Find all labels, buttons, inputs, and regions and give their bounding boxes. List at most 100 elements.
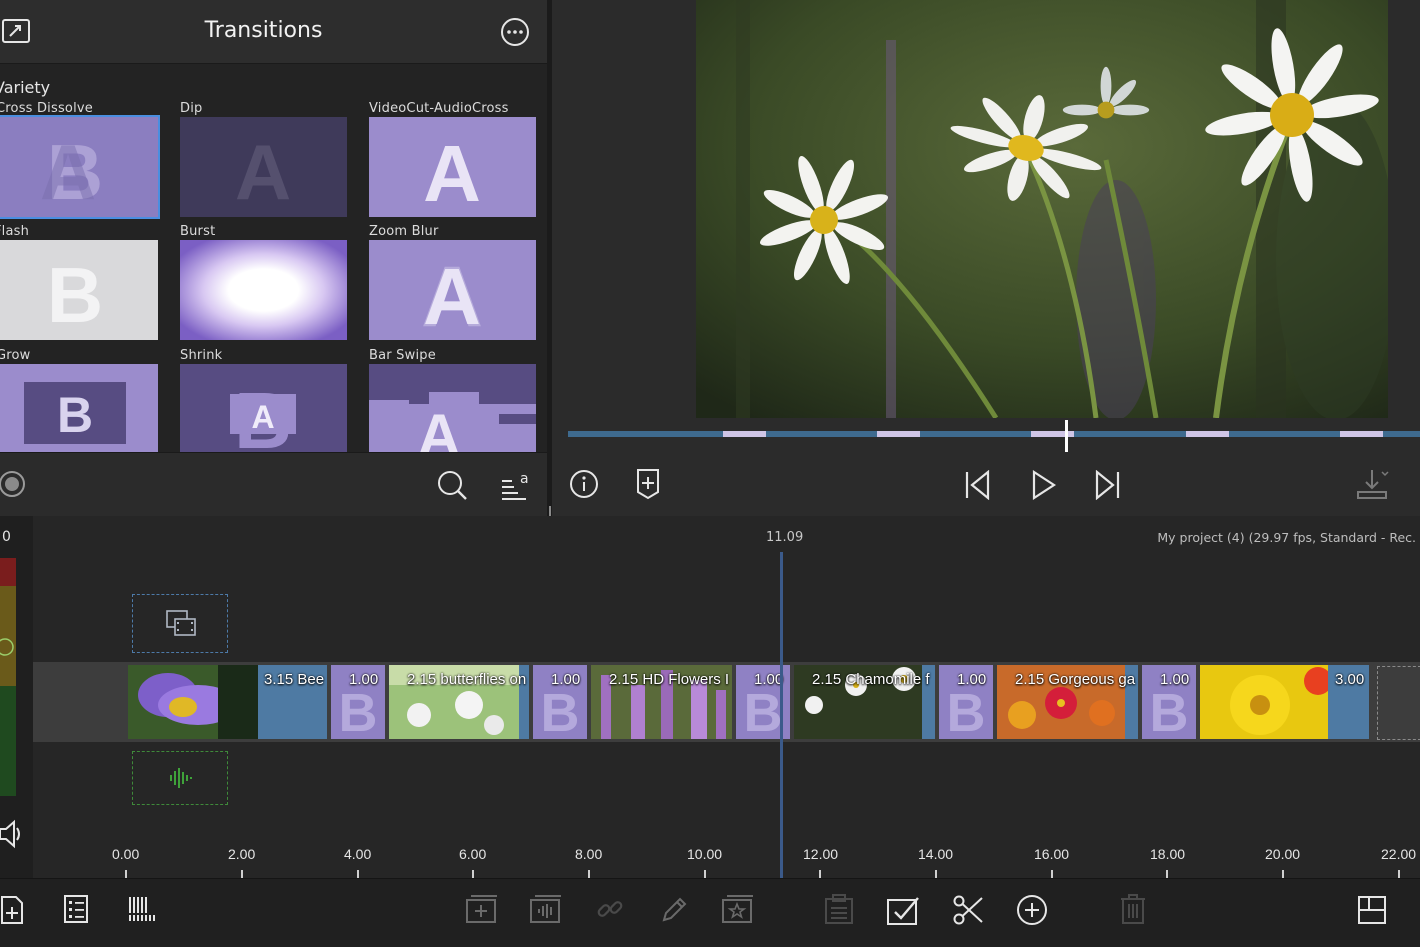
add-circle-icon[interactable] (1016, 894, 1048, 930)
svg-text:A: A (251, 399, 274, 435)
scrub-playhead[interactable] (1065, 420, 1068, 452)
timeline-playhead[interactable] (780, 552, 783, 878)
clip-label: 1.00 (551, 671, 581, 688)
ruler-tick (1398, 870, 1400, 878)
pencil-icon[interactable] (660, 894, 688, 928)
ruler-label: 12.00 (803, 846, 839, 862)
transition-tile-grow[interactable]: B (0, 364, 158, 452)
volume-knob[interactable] (0, 636, 16, 662)
svg-text:A: A (417, 402, 460, 452)
transition-marker (877, 431, 920, 437)
paste-icon[interactable] (823, 893, 855, 929)
ruler-label: 18.00 (1150, 846, 1186, 862)
clip-label: 1.00 (754, 671, 784, 688)
ruler-tick (819, 870, 821, 878)
video-clip[interactable]: 3.15 Bee (128, 665, 327, 739)
clip-label: 2.15 Chamomile f (812, 671, 930, 688)
ruler-label: 14.00 (918, 846, 954, 862)
ruler-tick (241, 870, 243, 878)
favorite-clip-icon[interactable] (721, 894, 755, 928)
transition-clip[interactable]: B 1.00 (331, 665, 385, 739)
search-icon[interactable] (436, 469, 468, 505)
svg-text:a: a (520, 471, 529, 487)
transition-marker (723, 431, 766, 437)
transition-tile-dip[interactable]: A (180, 117, 347, 217)
transition-tile-cross-dissolve[interactable]: BA (0, 117, 158, 217)
play-icon[interactable] (1030, 469, 1058, 504)
video-clip[interactable]: 3.00 (1200, 665, 1369, 739)
clip-label: 2.15 HD Flowers I (609, 671, 730, 688)
svg-text:B: B (541, 683, 580, 739)
transition-tile-shrink[interactable]: BA (180, 364, 347, 452)
audio-clip-icon[interactable] (529, 894, 563, 928)
transition-clip[interactable]: B 1.00 (533, 665, 587, 739)
record-icon[interactable] (0, 470, 28, 502)
film-stack-icon (165, 609, 197, 643)
tile-label: VideoCut-AudioCross (369, 101, 509, 116)
ruler-label: 2.00 (228, 846, 256, 862)
svg-text:B: B (47, 251, 103, 339)
clip-label: 2.15 butterflies on (407, 671, 527, 688)
layout-icon[interactable] (1357, 895, 1387, 929)
add-media-icon[interactable] (0, 893, 28, 929)
tile-label: Shrink (180, 348, 223, 363)
audio-track-drop-zone[interactable] (132, 751, 228, 805)
tile-label: Zoom Blur (369, 224, 439, 239)
transition-tile-burst[interactable] (180, 240, 347, 340)
ruler-label: 4.00 (344, 846, 372, 862)
ruler-tick (588, 870, 590, 878)
tile-label: Bar Swipe (369, 348, 436, 363)
trash-icon[interactable] (1119, 893, 1147, 929)
bottom-toolbar (0, 878, 1420, 947)
svg-text:B: B (947, 683, 986, 739)
transition-clip[interactable]: B 1.00 (939, 665, 993, 739)
ruler-label: 10.00 (687, 846, 723, 862)
ruler-label: 6.00 (459, 846, 487, 862)
transition-tile-bar-swipe[interactable]: BA (369, 364, 536, 452)
scissors-icon[interactable] (952, 894, 984, 930)
add-marker-icon[interactable] (636, 468, 660, 504)
ruler-label: 0.00 (112, 846, 140, 862)
speaker-icon[interactable] (0, 818, 24, 854)
add-clip-drop-zone[interactable] (1377, 666, 1420, 740)
skip-back-icon[interactable] (964, 469, 992, 504)
category-heading: Variety (0, 78, 51, 97)
transition-tile-videocut-audiocross[interactable]: A (369, 117, 536, 217)
video-clip[interactable]: 2.15 Gorgeous ga (997, 665, 1138, 739)
select-checkbox-icon[interactable] (886, 894, 920, 930)
ruler-tick (357, 870, 359, 878)
ruler-tick (1166, 870, 1168, 878)
sort-alpha-icon[interactable]: a (500, 469, 530, 505)
clip-label: 3.15 Bee (264, 671, 325, 688)
ruler-label: 8.00 (575, 846, 603, 862)
link-icon[interactable] (596, 895, 624, 927)
clip-label: 1.00 (349, 671, 379, 688)
barcode-icon[interactable] (127, 895, 157, 927)
tile-label: Burst (180, 224, 216, 239)
svg-text:B: B (1150, 683, 1189, 739)
skip-forward-icon[interactable] (1093, 469, 1121, 504)
video-clip[interactable]: 2.15 HD Flowers I (591, 665, 732, 739)
svg-text:B: B (57, 387, 93, 443)
video-clip[interactable]: 2.15 Chamomile f (794, 665, 935, 739)
transition-clip[interactable]: B 1.00 (1142, 665, 1196, 739)
project-info: My project (4) (29.97 fps, Standard - Re… (1157, 530, 1416, 545)
transition-tile-zoom-blur[interactable]: AA (369, 240, 536, 340)
insert-clip-icon[interactable] (465, 894, 499, 928)
export-icon[interactable] (1356, 468, 1390, 504)
list-view-icon[interactable] (64, 895, 90, 927)
clip-label: 2.15 Gorgeous ga (1015, 671, 1136, 688)
more-options-icon[interactable] (500, 17, 530, 51)
info-icon[interactable] (569, 469, 599, 503)
video-clip[interactable]: 2.15 butterflies on (389, 665, 529, 739)
scrub-bar[interactable] (568, 431, 1420, 437)
ruler-label: 20.00 (1265, 846, 1301, 862)
meter-low (0, 686, 16, 796)
title-track-drop-zone[interactable] (132, 594, 228, 653)
transition-marker (1340, 431, 1383, 437)
svg-text:A: A (40, 128, 96, 216)
transition-marker (1186, 431, 1229, 437)
video-preview[interactable] (696, 0, 1388, 418)
transition-tile-flash[interactable]: B (0, 240, 158, 340)
svg-text:B: B (339, 683, 378, 739)
